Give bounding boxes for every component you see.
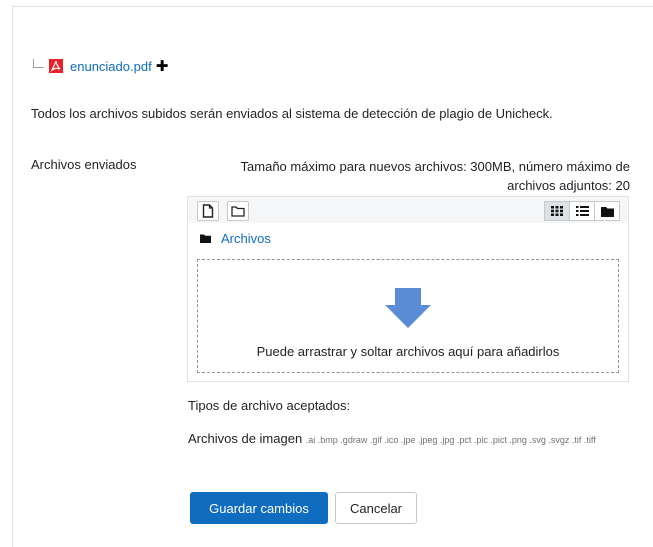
plus-icon[interactable]: ✚ — [156, 59, 169, 74]
folder-outline-icon — [231, 206, 245, 217]
breadcrumb-archivos[interactable]: Archivos — [221, 231, 271, 246]
submitted-file-row: enunciado.pdf ✚ — [33, 56, 168, 76]
grid-view-icon — [551, 206, 563, 216]
save-button[interactable]: Guardar cambios — [190, 492, 328, 524]
create-folder-button[interactable] — [227, 201, 249, 221]
grid-view-button[interactable] — [544, 201, 570, 221]
field-label: Archivos enviados — [31, 157, 137, 172]
tree-view-icon — [600, 206, 614, 217]
plagiarism-notice: Todos los archivos subidos serán enviado… — [31, 106, 553, 121]
tree-connector — [33, 58, 44, 68]
accepted-types-group: Archivos de imagen — [188, 431, 303, 446]
arrow-down-icon — [385, 288, 431, 328]
drop-zone-text: Puede arrastrar y soltar archivos aquí p… — [256, 344, 560, 359]
file-manager: Archivos Puede arrastrar y soltar archiv… — [187, 196, 629, 382]
pdf-icon — [49, 59, 63, 73]
folder-icon — [200, 234, 211, 243]
file-manager-toolbar — [188, 197, 628, 223]
list-view-button[interactable] — [569, 201, 595, 221]
limits-line-1: Tamaño máximo para nuevos archivos: 300M… — [240, 159, 630, 174]
view-switcher — [544, 201, 620, 221]
add-file-button[interactable] — [197, 201, 219, 221]
drop-zone[interactable]: Puede arrastrar y soltar archivos aquí p… — [197, 259, 619, 373]
upload-limits: Tamaño máximo para nuevos archivos: 300M… — [190, 157, 630, 195]
breadcrumb: Archivos — [200, 229, 271, 247]
file-link[interactable]: enunciado.pdf — [70, 59, 152, 74]
accepted-types-heading: Tipos de archivo aceptados: — [188, 398, 351, 413]
cancel-button[interactable]: Cancelar — [335, 492, 417, 524]
limits-line-2: archivos adjuntos: 20 — [507, 178, 630, 193]
tree-view-button[interactable] — [594, 201, 620, 221]
list-view-icon — [575, 206, 589, 216]
accepted-types-extensions: .ai .bmp .gdraw .gif .ico .jpe .jpeg .jp… — [305, 435, 596, 445]
accepted-types-list: Archivos de imagen .ai .bmp .gdraw .gif … — [188, 430, 628, 449]
file-icon — [202, 204, 214, 218]
